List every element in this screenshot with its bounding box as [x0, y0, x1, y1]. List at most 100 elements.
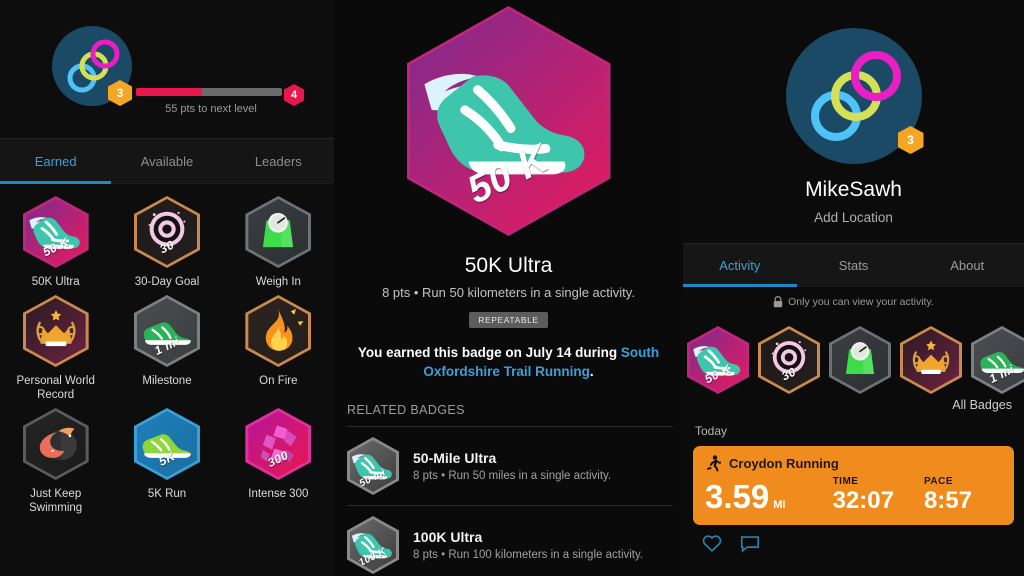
time-stat: TIME 32:07	[833, 476, 894, 514]
badge-cell[interactable]: On Fire	[223, 295, 334, 402]
related-badge-desc: 8 pts • Run 50 miles in a single activit…	[413, 470, 612, 482]
earned-statement: You earned this badge on July 14 during …	[352, 343, 665, 381]
badge-hex	[22, 408, 89, 480]
crown-laurel-icon	[36, 310, 76, 347]
badge-label: Intense 300	[248, 488, 309, 500]
profile-avatar-area: 3	[785, 28, 924, 164]
flame-icon	[266, 308, 304, 351]
badge-cell[interactable]: 300 Intense 300	[223, 408, 334, 515]
related-badges-header: RELATED BADGES	[347, 403, 465, 417]
distance-unit: MI	[773, 499, 786, 511]
badge-icon-crown-laurel-icon[interactable]	[900, 326, 962, 394]
repeatable-tag: REPEATABLE	[469, 312, 548, 328]
badge-hex-inner	[248, 298, 309, 364]
badge-cell[interactable]: Just Keep Swimming	[0, 408, 111, 515]
badge-hex	[829, 326, 891, 394]
heart-icon[interactable]	[701, 532, 723, 554]
badge-cell[interactable]: 30 30-Day Goal	[111, 196, 222, 289]
distance-stat: 3.59 MI	[705, 480, 833, 514]
profile-panel: 3 MikeSawh Add Location Activity Stats Abo…	[683, 0, 1024, 576]
badge-icon-running-shoe-icon[interactable]: 1 mi	[971, 326, 1024, 394]
badge-hex-inner: 30	[136, 199, 197, 265]
badge-hex-inner: 50 K	[690, 329, 746, 391]
badge-cell[interactable]: Weigh In	[223, 196, 334, 289]
badge-hex-inner: 100 K	[350, 519, 396, 571]
badge-hex: 50 mi	[347, 437, 399, 495]
badge-label: Milestone	[142, 375, 192, 387]
related-badge-text: 50-Mile Ultra 8 pts • Run 50 miles in a …	[413, 450, 611, 482]
profile-tab-about[interactable]: About	[910, 244, 1024, 287]
badge-label: 5K Run	[147, 488, 187, 500]
related-badge-text: 100K Ultra 8 pts • Run 100 kilometers in…	[413, 529, 643, 561]
badge-icon-fish-icon[interactable]	[22, 408, 89, 480]
badges-tabs: Earned Available Leaders	[0, 138, 334, 184]
next-level-chip: 4	[284, 84, 304, 106]
profile-avatar[interactable]: 3	[785, 28, 924, 164]
badge-hex: 300	[245, 408, 312, 480]
badge-detail-panel: 50 K 50K Ultra 8 pts • Run 50 kilometers…	[334, 0, 683, 576]
badge-hex	[22, 295, 89, 367]
related-badge-title: 50-Mile Ultra	[413, 450, 497, 466]
level-progress-bar	[136, 88, 282, 96]
app-screen: 3 4 55 pts to next level Earned Available…	[0, 0, 1024, 576]
activity-card[interactable]: Croydon Running 3.59 MI TIME 32:07 PACE …	[693, 446, 1014, 525]
profile-tab-stats[interactable]: Stats	[797, 244, 911, 287]
badges-tab-leaders[interactable]: Leaders	[223, 139, 334, 183]
badge-icon-winged-shoe-icon[interactable]: 50 K	[687, 326, 749, 394]
profile-tab-activity[interactable]: Activity	[683, 244, 797, 287]
activity-stats: 3.59 MI TIME 32:07 PACE 8:57	[705, 476, 1002, 514]
badge-label: 30-Day Goal	[134, 276, 200, 288]
badge-cell[interactable]: 50 K 50K Ultra	[0, 196, 111, 289]
runner-icon	[707, 455, 721, 472]
badge-hex: 5K	[133, 408, 200, 480]
all-badges-link[interactable]: All Badges	[683, 398, 1024, 412]
badge-icon-scale-icon[interactable]	[829, 326, 891, 394]
profile-badges-strip: 50 K 30 1 mi	[683, 326, 1024, 394]
badge-cell[interactable]: 5K 5K Run	[111, 408, 222, 515]
badge-description: 8 pts • Run 50 kilometers in a single ac…	[382, 285, 635, 300]
badge-cell[interactable]: 1 mi Milestone	[111, 295, 222, 402]
badge-hex-inner	[903, 329, 959, 391]
related-badge-title: 100K Ultra	[413, 529, 483, 545]
earned-suffix: .	[589, 364, 594, 379]
badge-hex: 1 mi	[133, 295, 200, 367]
badge-icon-running-shoe-icon[interactable]: 1 mi	[133, 295, 200, 367]
badge-icon-green-shoe-icon[interactable]: 5K	[133, 408, 200, 480]
badge-icon-winged-shoe-icon: 50 mi	[347, 437, 399, 495]
badges-tab-earned[interactable]: Earned	[0, 139, 112, 184]
badge-icon-shatter-icon[interactable]: 300	[245, 408, 312, 480]
badge-icon-scale-icon[interactable]	[245, 196, 312, 268]
badge-label: Just Keep Swimming	[29, 488, 83, 514]
badge-label: Weigh In	[255, 276, 301, 288]
pace-value: 8:57	[923, 487, 972, 514]
comment-icon[interactable]	[739, 532, 761, 554]
badge-title: 50K Ultra	[464, 254, 553, 277]
badge-icon-winged-shoe-icon[interactable]: 50 K	[22, 196, 89, 268]
badge-hex-inner: 50 K	[409, 9, 608, 233]
hero-badge[interactable]: 50 K	[406, 6, 611, 236]
badge-icon-flame-icon[interactable]	[245, 295, 312, 367]
badge-icon-target-icon[interactable]: 30	[758, 326, 820, 394]
badge-hex: 30	[758, 326, 820, 394]
related-badge-item[interactable]: 100 K 100K Ultra 8 pts • Run 100 kilomet…	[347, 505, 673, 576]
lock-icon	[773, 296, 783, 308]
related-badge-item[interactable]: 50 mi 50-Mile Ultra 8 pts • Run 50 miles…	[347, 427, 673, 505]
level-progress-fill	[136, 88, 202, 96]
badges-tab-available[interactable]: Available	[111, 139, 222, 183]
badge-label: Personal World Record	[16, 375, 95, 401]
badge-hex: 50 K	[687, 326, 749, 394]
badge-hex-inner: 50 mi	[350, 440, 396, 492]
level-header: 3 4 55 pts to next level	[0, 0, 334, 138]
badge-hex: 100 K	[347, 516, 399, 574]
badge-hex: 50 K	[406, 6, 611, 236]
badge-icon-crown-laurel-icon[interactable]	[22, 295, 89, 367]
social-actions	[701, 532, 1024, 554]
add-location-link[interactable]: Add Location	[683, 210, 1024, 225]
level-progress-text: 55 pts to next level	[165, 103, 257, 115]
badge-icon-target-icon[interactable]: 30	[133, 196, 200, 268]
today-label: Today	[695, 424, 728, 438]
badge-hex: 30	[133, 196, 200, 268]
badge-cell[interactable]: Personal World Record	[0, 295, 111, 402]
related-badge-desc: 8 pts • Run 100 kilometers in a single a…	[413, 549, 644, 561]
badge-hex-inner: 300	[248, 411, 309, 477]
